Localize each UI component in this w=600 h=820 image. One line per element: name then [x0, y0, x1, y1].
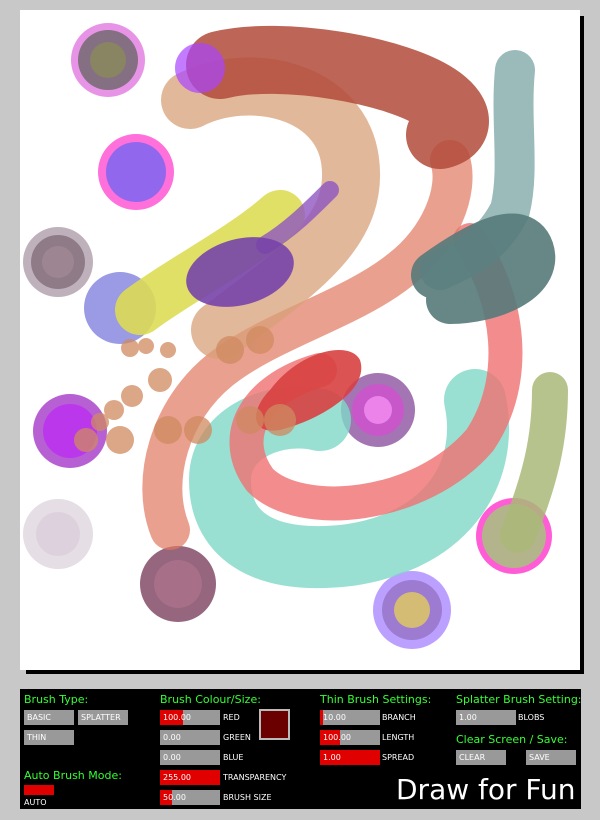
colour-preview-swatch	[259, 709, 290, 740]
length-value: 100.00	[323, 733, 351, 742]
auto-mode-toggle[interactable]	[24, 785, 54, 795]
clear-button[interactable]: CLEAR	[456, 750, 506, 765]
spread-slider[interactable]: 1.00	[320, 750, 380, 765]
red-label: RED	[223, 713, 240, 722]
brush-colour-heading: Brush Colour/Size:	[160, 693, 261, 706]
blobs-slider[interactable]: 1.00	[456, 710, 516, 725]
length-slider[interactable]: 100.00	[320, 730, 380, 745]
green-label: GREEN	[223, 733, 251, 742]
thin-brush-heading: Thin Brush Settings:	[320, 693, 432, 706]
green-value: 0.00	[163, 733, 181, 742]
branch-value: 10.00	[323, 713, 346, 722]
control-panel: Brush Type: BASIC SPLATTER THIN Auto Bru…	[20, 689, 582, 809]
spread-label: SPREAD	[382, 753, 415, 762]
blue-label: BLUE	[223, 753, 244, 762]
splatter-heading: Splatter Brush Setting:	[456, 693, 582, 706]
clear-save-heading: Clear Screen / Save:	[456, 733, 568, 746]
thin-brush-button[interactable]: THIN	[24, 730, 74, 745]
red-slider[interactable]: 100.00	[160, 710, 220, 725]
green-slider[interactable]: 0.00	[160, 730, 220, 745]
auto-brush-mode-heading: Auto Brush Mode:	[24, 769, 122, 782]
red-value: 100.00	[163, 713, 191, 722]
save-button[interactable]: SAVE	[526, 750, 576, 765]
brush-type-heading: Brush Type:	[24, 693, 89, 706]
auto-mode-label: AUTO	[24, 798, 47, 807]
blobs-label: BLOBS	[518, 713, 545, 722]
transparency-slider[interactable]: 255.00	[160, 770, 220, 785]
app-title: Draw for Fun	[396, 773, 576, 806]
transparency-value: 255.00	[163, 773, 191, 782]
length-label: LENGTH	[382, 733, 415, 742]
branch-slider[interactable]: 10.00	[320, 710, 380, 725]
blobs-value: 1.00	[459, 713, 477, 722]
branch-label: BRANCH	[382, 713, 416, 722]
basic-brush-button[interactable]: BASIC	[24, 710, 74, 725]
brush-size-label: BRUSH SIZE	[223, 793, 272, 802]
blue-value: 0.00	[163, 753, 181, 762]
brush-size-slider[interactable]: 50.00	[160, 790, 220, 805]
splatter-brush-button[interactable]: SPLATTER	[78, 710, 128, 725]
brush-size-value: 50.00	[163, 793, 186, 802]
drawing-canvas[interactable]	[20, 10, 580, 670]
blue-slider[interactable]: 0.00	[160, 750, 220, 765]
transparency-label: TRANSPARENCY	[223, 773, 287, 782]
spread-value: 1.00	[323, 753, 341, 762]
painted-strokes	[23, 23, 568, 649]
